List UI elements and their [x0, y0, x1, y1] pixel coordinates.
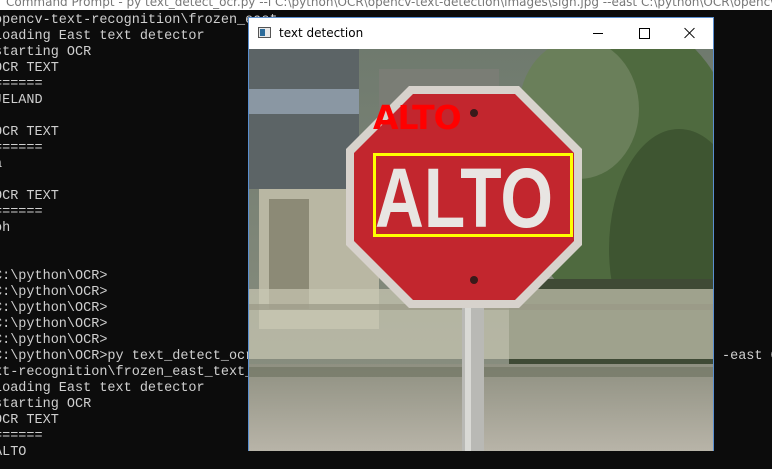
- detection-bounding-box: [373, 153, 573, 237]
- console-line: oh: [0, 221, 11, 236]
- command-prompt-title: Command Prompt - py text_detect_ocr.py -…: [6, 0, 772, 9]
- console-line: a: [0, 157, 2, 173]
- detection-image: ALTO ALTO: [249, 49, 713, 451]
- console-line: C:\python\OCR>: [0, 285, 108, 300]
- text-detection-titlebar[interactable]: text detection: [249, 18, 713, 50]
- console-line: C:\python\OCR>: [0, 301, 108, 316]
- console-line: C:\python\OCR>py text_detect_ocr: [0, 349, 254, 364]
- console-line: ======: [0, 141, 43, 156]
- console-line: C:\python\OCR>: [0, 269, 108, 284]
- console-line: ======: [0, 429, 43, 444]
- maximize-icon: [638, 27, 650, 39]
- console-line: ======: [0, 77, 43, 92]
- close-icon: [684, 27, 696, 39]
- close-button[interactable]: [667, 18, 713, 48]
- window-title: text detection: [279, 26, 364, 40]
- minimize-icon: [593, 32, 603, 34]
- console-line-fragment: -east C: [722, 349, 772, 364]
- console-line: ======: [0, 205, 43, 220]
- text-detection-window[interactable]: text detection ALTO ALTO: [248, 17, 714, 451]
- stop-sign-photo: ALTO: [249, 49, 713, 451]
- console-line: starting OCR: [0, 45, 92, 60]
- console-line: Loading East text detector: [0, 381, 205, 396]
- app-window-icon: [258, 27, 271, 38]
- console-line: Loading East text detector: [0, 29, 205, 44]
- detected-text-label: ALTO: [373, 98, 462, 137]
- console-line: JELAND: [0, 93, 43, 108]
- console-line: C:\python\OCR>: [0, 333, 108, 348]
- console-line: OCR TEXT: [0, 61, 59, 76]
- console-line: OCR TEXT: [0, 189, 59, 204]
- console-line: starting OCR: [0, 397, 92, 412]
- console-line: OCR TEXT: [0, 125, 59, 140]
- maximize-button[interactable]: [621, 18, 667, 48]
- console-line: OCR TEXT: [0, 413, 59, 428]
- console-line: C:\python\OCR>: [0, 317, 108, 332]
- console-line: ALTO: [0, 445, 27, 460]
- console-line: xt-recognition\frozen_east_text_: [0, 365, 254, 380]
- console-line: opencv-text-recognition\frozen_east: [0, 13, 278, 28]
- command-prompt-titlebar[interactable]: Command Prompt - py text_detect_ocr.py -…: [0, 0, 772, 10]
- minimize-button[interactable]: [575, 18, 621, 48]
